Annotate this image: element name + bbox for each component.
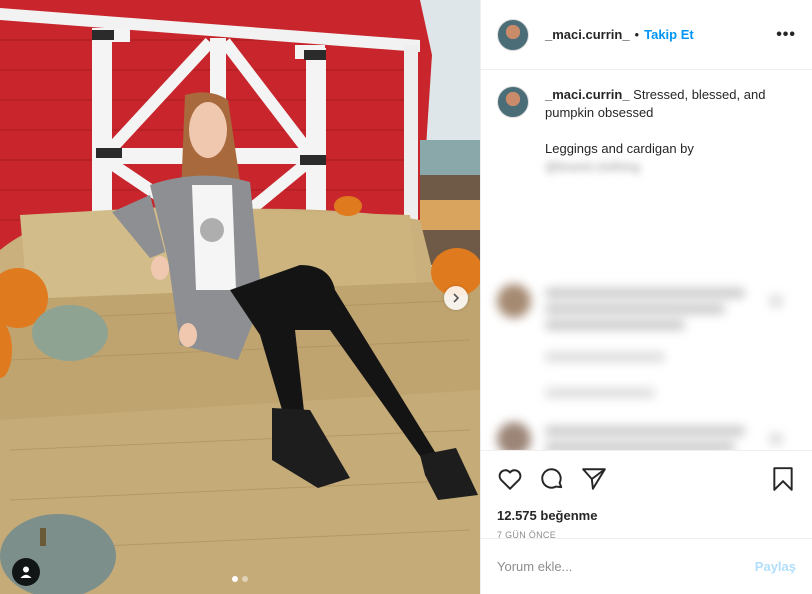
follow-button[interactable]: Takip Et <box>644 27 694 42</box>
share-icon[interactable] <box>581 466 607 492</box>
post-header: _maci.currin_ • Takip Et ••• <box>481 0 812 70</box>
blurred-comment <box>497 284 797 398</box>
caption-author[interactable]: _maci.currin_ <box>545 87 630 102</box>
post-photo[interactable] <box>0 0 480 594</box>
blurred-comment <box>497 422 797 450</box>
chevron-right-icon <box>453 293 460 303</box>
heart-icon[interactable] <box>497 466 523 492</box>
avatar[interactable] <box>497 18 529 51</box>
caption-line2: Leggings and cardigan by <box>545 141 694 156</box>
caption-text: _maci.currin_ Stressed, blessed, and pum… <box>545 86 775 176</box>
caption-mention-blurred[interactable]: @brand.clothing <box>545 158 775 176</box>
photo-scene <box>0 0 480 594</box>
comment-input[interactable] <box>497 559 755 574</box>
bookmark-icon[interactable] <box>770 466 796 492</box>
more-options-icon[interactable]: ••• <box>776 26 796 44</box>
add-comment-bar: Paylaş <box>481 538 812 594</box>
header-username[interactable]: _maci.currin_ <box>545 27 630 42</box>
carousel-dot <box>242 576 248 582</box>
carousel-indicator <box>0 576 480 582</box>
caption-avatar[interactable] <box>497 86 529 118</box>
post-side-panel: _maci.currin_ • Takip Et ••• _maci.curri… <box>480 0 812 594</box>
carousel-dot-active <box>232 576 238 582</box>
post-actions <box>481 450 812 506</box>
instagram-post-modal: _maci.currin_ • Takip Et ••• _maci.curri… <box>0 0 812 594</box>
comment-icon[interactable] <box>539 466 565 492</box>
caption-item: _maci.currin_ Stressed, blessed, and pum… <box>497 86 796 176</box>
likes-count[interactable]: 12.575 beğenme <box>481 506 812 526</box>
comments-section[interactable]: _maci.currin_ Stressed, blessed, and pum… <box>481 70 812 450</box>
separator-dot: • <box>634 27 640 42</box>
post-comment-button[interactable]: Paylaş <box>755 559 796 574</box>
next-slide-button[interactable] <box>444 286 468 310</box>
